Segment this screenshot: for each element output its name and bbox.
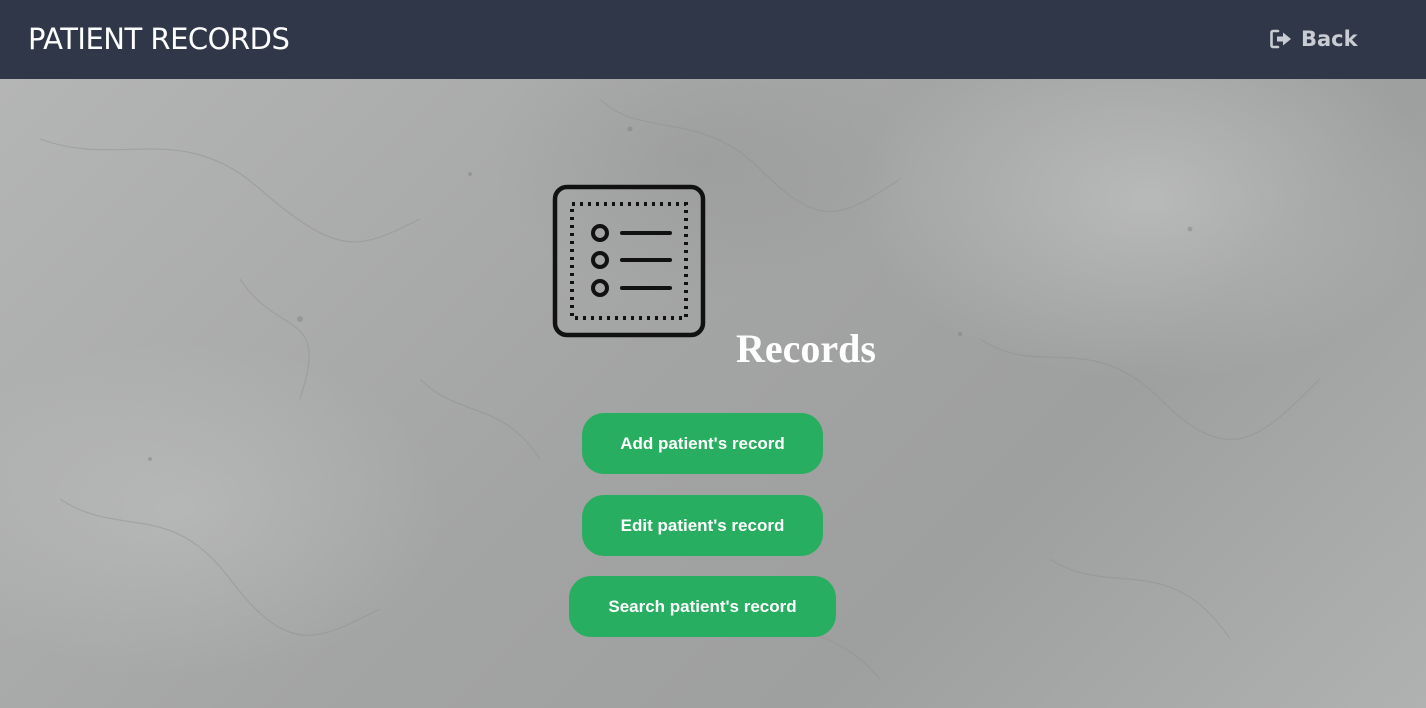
back-link[interactable]: Back — [1270, 24, 1358, 54]
sign-out-icon — [1270, 29, 1292, 49]
top-navbar: PATIENT RECORDS Back — [0, 0, 1426, 79]
records-heading: Records — [736, 326, 876, 371]
records-list-icon — [552, 184, 706, 338]
app-title: PATIENT RECORDS — [28, 22, 290, 56]
add-record-button[interactable]: Add patient's record — [582, 413, 823, 474]
edit-record-button[interactable]: Edit patient's record — [582, 495, 823, 556]
back-label: Back — [1301, 27, 1358, 51]
search-record-button[interactable]: Search patient's record — [569, 576, 836, 637]
